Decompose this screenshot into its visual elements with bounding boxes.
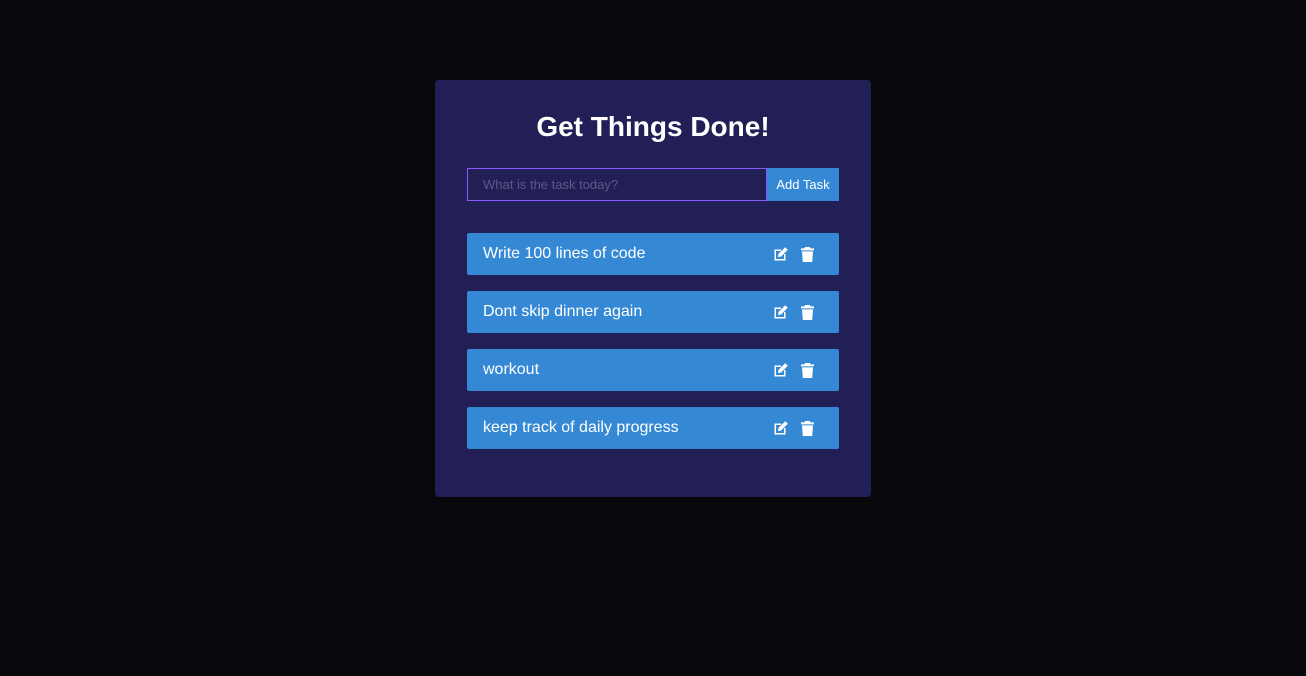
todo-item-text[interactable]: Write 100 lines of code [483,245,645,263]
task-input[interactable] [467,168,767,201]
todo-item-text[interactable]: keep track of daily progress [483,419,679,437]
add-task-form: Add Task [467,168,839,201]
todo-actions [772,246,816,263]
trash-icon[interactable] [799,362,816,379]
trash-icon[interactable] [799,420,816,437]
todo-actions [772,420,816,437]
edit-icon[interactable] [772,246,789,263]
edit-icon[interactable] [772,362,789,379]
todo-item: Write 100 lines of code [467,233,839,275]
todo-item: keep track of daily progress [467,407,839,449]
add-task-button[interactable]: Add Task [767,168,839,201]
todo-item-text[interactable]: Dont skip dinner again [483,303,642,321]
todo-actions [772,362,816,379]
page-title: Get Things Done! [536,111,770,142]
trash-icon[interactable] [799,304,816,321]
edit-icon[interactable] [772,304,789,321]
todo-item: workout [467,349,839,391]
todo-item-text[interactable]: workout [483,361,539,379]
edit-icon[interactable] [772,420,789,437]
todo-item: Dont skip dinner again [467,291,839,333]
trash-icon[interactable] [799,246,816,263]
todo-actions [772,304,816,321]
